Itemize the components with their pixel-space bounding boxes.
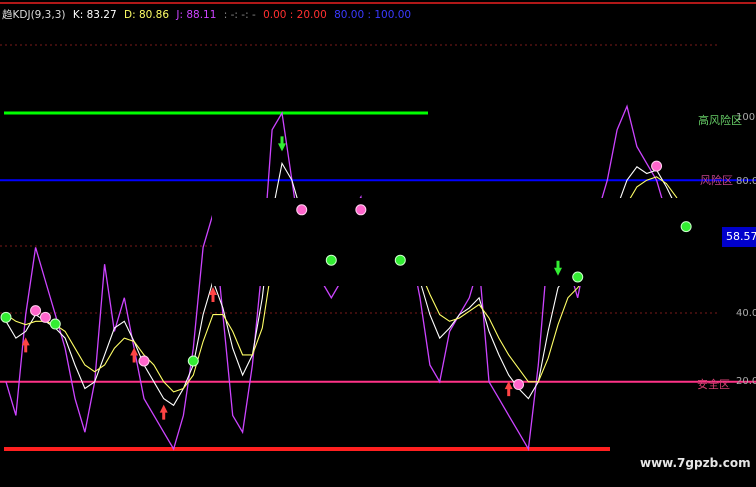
sell-signal-marker-1 — [39, 311, 51, 323]
buy-signal-marker-1 — [49, 318, 61, 330]
zone-high-range: 80.00 : 100.00 — [334, 9, 412, 21]
current-value-badge: 58.57 — [722, 227, 756, 247]
buy-signal-marker-4 — [394, 254, 406, 266]
buy-signal-marker-2 — [187, 355, 199, 367]
y-tick-40: 40.00 — [736, 308, 756, 319]
indicator-name: 趋KDJ(9,3,3) — [2, 9, 66, 21]
d-value: D: 80.86 — [124, 9, 170, 21]
occluding-block — [212, 198, 720, 286]
down-arrow-0 — [278, 136, 286, 152]
up-arrow-4 — [504, 381, 513, 397]
y-tick-80: 80.00 — [736, 176, 756, 187]
separator-dashes: : -: -: - — [223, 9, 256, 21]
danger-zone-label: 高风险区 — [698, 114, 742, 127]
kdj-chart-panel: 趋KDJ(9,3,3) K: 83.27 D: 80.86 J: 88.11 :… — [0, 0, 756, 487]
up-arrow-2 — [159, 404, 168, 420]
buy-signal-marker-0 — [0, 311, 12, 323]
sell-signal-marker-0 — [30, 305, 42, 317]
watermark: www.7gpzb.com — [640, 456, 751, 470]
j-value: J: 88.11 — [176, 9, 217, 21]
sell-signal-marker-4 — [355, 204, 367, 216]
zone-low-range: 0.00 : 20.00 — [263, 9, 327, 21]
buy-signal-marker-3 — [325, 254, 337, 266]
sell-signal-marker-3 — [296, 204, 308, 216]
indicator-header: 趋KDJ(9,3,3) K: 83.27 D: 80.86 J: 88.11 :… — [2, 7, 415, 22]
safe-zone-label: 安全区 — [697, 378, 730, 391]
k-value: K: 83.27 — [72, 9, 117, 21]
kdj-chart-svg — [0, 2, 756, 452]
danger-zone-short-label: 风险区 — [700, 174, 733, 187]
sell-signal-marker-2 — [138, 355, 150, 367]
buy-signal-marker-6 — [680, 221, 692, 233]
sell-signal-marker-5 — [513, 379, 525, 391]
sell-signal-marker-6 — [651, 160, 663, 172]
buy-signal-marker-5 — [572, 271, 584, 283]
y-tick-20: 20.00 — [736, 376, 756, 387]
